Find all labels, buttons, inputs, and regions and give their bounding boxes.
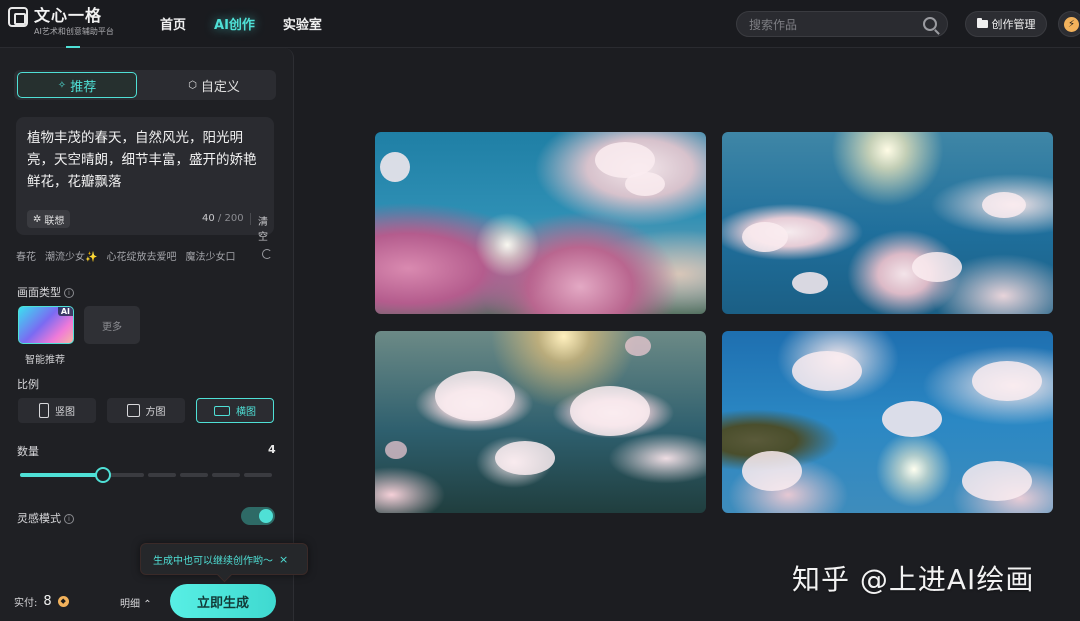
tab-recommend-label: 推荐 <box>70 79 97 95</box>
cost-display: 实付: 8 ◆ <box>14 594 69 609</box>
ratio-portrait-label: 竖图 <box>55 407 75 418</box>
coin-icon: ◆ <box>57 596 69 607</box>
search-input[interactable] <box>749 16 909 34</box>
ratio-square-button[interactable]: 方图 <box>107 398 185 423</box>
style-name: 智能推荐 <box>25 355 65 366</box>
creation-manage-label: 创作管理 <box>991 18 1036 31</box>
ratio-label: 比例 <box>17 378 39 391</box>
quantity-label: 数量 <box>17 445 39 458</box>
cost-label: 实付: <box>14 598 38 609</box>
tag-item[interactable]: 春花 <box>16 248 36 263</box>
search-icon[interactable] <box>923 17 937 31</box>
style-label: 画面类型 <box>17 286 61 299</box>
search-box <box>736 11 948 37</box>
folder-icon <box>976 18 988 28</box>
watermark-text: 知乎 @上进AI绘画 <box>792 563 1035 596</box>
ratio-landscape-button[interactable]: 横图 <box>196 398 274 423</box>
inspiration-label: 灵感模式 <box>17 512 61 525</box>
generate-button[interactable]: 立即生成 <box>170 584 276 618</box>
top-bar: 文心一格 AI艺术和创意辅助平台 首页 AI创作 实验室 创作管理 ⚡ <box>0 0 1080 48</box>
close-icon[interactable]: × <box>279 553 288 566</box>
brand-logo[interactable]: 文心一格 AI艺术和创意辅助平台 <box>8 6 114 38</box>
creation-panel: ✧ 推荐 ⬡ 自定义 植物丰茂的春天，自然风光，阳光明亮，天空晴朗，细节丰富，盛… <box>0 48 308 621</box>
inspiration-section-label: 灵感模式 i <box>17 510 74 526</box>
tag-item[interactable]: 潮流少女✨ <box>45 248 97 263</box>
nav-item-home[interactable]: 首页 <box>160 14 186 33</box>
char-count-value: 40 <box>202 213 215 224</box>
result-image[interactable] <box>375 132 706 314</box>
ratio-portrait-button[interactable]: 竖图 <box>18 398 96 423</box>
brand-subtitle: AI艺术和创意辅助平台 <box>34 27 114 36</box>
square-icon <box>126 404 140 417</box>
nav-item-lab[interactable]: 实验室 <box>283 14 322 33</box>
clear-button[interactable]: 清空 <box>258 213 274 243</box>
ai-badge: AI <box>57 307 73 316</box>
style-section-label: 画面类型 i <box>17 284 74 300</box>
divider <box>250 213 251 225</box>
brand-title: 文心一格 <box>34 6 103 25</box>
slider-thumb[interactable] <box>95 467 111 483</box>
lightning-icon: ⚡ <box>1064 17 1079 32</box>
quantity-value: 4 <box>268 443 276 456</box>
nav-item-ai-create[interactable]: AI创作 <box>214 14 255 33</box>
tag-item[interactable]: 心花绽放去爱吧 <box>106 248 176 263</box>
main-nav: 首页 AI创作 实验室 <box>160 14 322 33</box>
char-count-max: / 200 <box>217 213 244 224</box>
energy-button[interactable]: ⚡ <box>1058 11 1080 37</box>
info-icon[interactable]: i <box>64 288 74 298</box>
result-image[interactable] <box>375 331 706 513</box>
suggestion-tags: 春花 潮流少女✨ 心花绽放去爱吧 魔法少女口 <box>16 248 235 263</box>
detail-button[interactable]: 明细 ⌃ <box>120 595 152 610</box>
style-more-button[interactable]: 更多 <box>84 306 140 344</box>
prompt-box[interactable]: 植物丰茂的春天，自然风光，阳光明亮，天空晴朗，细节丰富，盛开的娇艳鲜花，花瓣飘落… <box>16 117 274 243</box>
creation-manage-button[interactable]: 创作管理 <box>965 11 1047 37</box>
result-image[interactable] <box>722 331 1053 513</box>
mode-tabs: ✧ 推荐 ⬡ 自定义 <box>14 70 276 100</box>
quantity-slider[interactable] <box>20 467 272 483</box>
ratio-landscape-label: 横图 <box>236 407 256 418</box>
generate-tooltip: 生成中也可以继续创作哟～ × <box>140 543 308 575</box>
sparkle-icon: ✧ <box>57 79 67 91</box>
tag-item[interactable]: 魔法少女口 <box>185 248 235 263</box>
char-count: 40 / 200 <box>202 213 244 224</box>
slider-fill <box>20 473 103 477</box>
landscape-icon <box>214 405 230 416</box>
detail-label: 明细 <box>120 599 140 610</box>
associate-label: 联想 <box>44 215 65 227</box>
ratio-square-label: 方图 <box>145 407 166 418</box>
associate-icon: ✲ <box>33 213 42 225</box>
inspiration-toggle[interactable] <box>241 507 275 525</box>
result-image[interactable] <box>722 132 1053 314</box>
associate-button[interactable]: ✲ 联想 <box>27 210 71 228</box>
cost-value: 8 <box>43 594 52 609</box>
logo-icon <box>8 7 28 27</box>
prompt-text[interactable]: 植物丰茂的春天，自然风光，阳光明亮，天空晴朗，细节丰富，盛开的娇艳鲜花，花瓣飘落 <box>27 127 265 193</box>
chevron-up-icon: ⌃ <box>143 599 152 610</box>
refresh-icon[interactable] <box>262 249 272 259</box>
tab-custom[interactable]: ⬡ 自定义 <box>154 72 274 98</box>
tooltip-text: 生成中也可以继续创作哟～ <box>153 555 273 567</box>
hexagon-icon: ⬡ <box>188 79 197 91</box>
portrait-icon <box>39 403 49 418</box>
info-icon[interactable]: i <box>64 514 74 524</box>
tab-custom-label: 自定义 <box>200 79 240 95</box>
tab-recommend[interactable]: ✧ 推荐 <box>17 72 137 98</box>
style-card-smart[interactable]: AI <box>18 306 74 344</box>
